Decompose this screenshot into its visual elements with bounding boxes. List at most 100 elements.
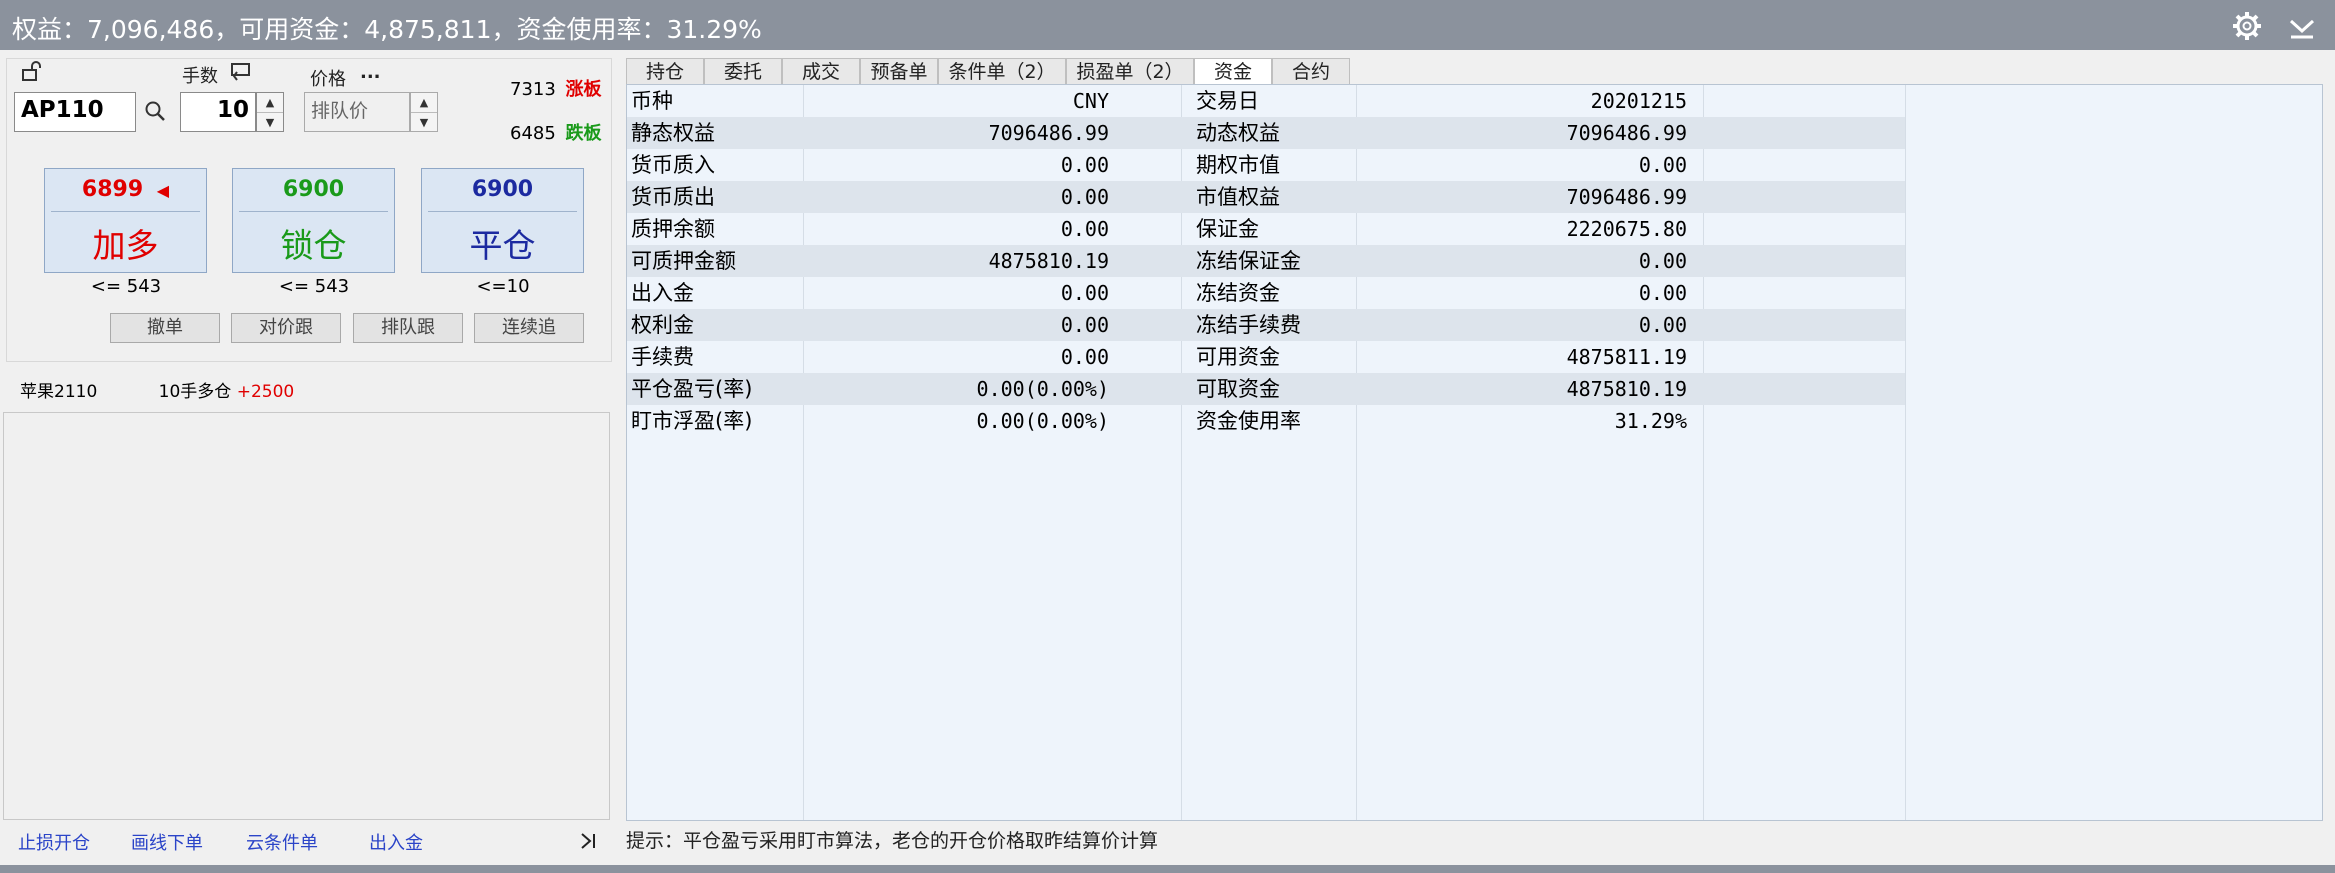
qty-label: 手数	[182, 66, 218, 87]
field-name: 可用资金	[1196, 345, 1280, 369]
unlock-icon[interactable]	[20, 60, 42, 82]
field-value: 0.00	[1060, 217, 1109, 241]
qty-up-arrow-icon[interactable]: ▲	[257, 93, 283, 112]
cloud-condition-order-link[interactable]: 云条件单	[246, 829, 318, 855]
price-down-arrow-icon[interactable]: ▼	[411, 112, 437, 132]
add-long-limit: <= 543	[90, 276, 162, 297]
price-stepper[interactable]: ▲ ▼	[410, 92, 438, 132]
tab-stop-orders[interactable]: 损盈单（2）	[1066, 58, 1194, 84]
field-value: 4875810.19	[988, 249, 1109, 273]
queue-follow-button[interactable]: 排队跟	[353, 313, 463, 343]
hint-text: 提示：平仓盈亏采用盯市算法，老仓的开仓价格取昨结算价计算	[626, 830, 1159, 852]
limit-up-label: 涨板	[565, 79, 602, 100]
field-value: 0.00	[1060, 185, 1109, 209]
field-value: 0.00	[1060, 345, 1109, 369]
table-row: 质押余额 0.00 保证金 2220675.80	[627, 213, 2322, 245]
table-row: 静态权益 7096486.99 动态权益 7096486.99	[627, 117, 2322, 149]
deposit-withdraw-link[interactable]: 出入金	[369, 829, 423, 855]
table-row	[627, 501, 2322, 533]
tab-trades[interactable]: 成交	[782, 58, 860, 84]
funds-table: 币种 CNY 交易日 20201215 静态权益 7096486.99 动态权益 709648…	[626, 84, 2323, 821]
return-icon[interactable]	[230, 62, 252, 82]
table-row: 币种 CNY 交易日 20201215	[627, 85, 2322, 117]
field-value: 7096486.99	[1566, 121, 1687, 145]
field-value: 0.00	[1638, 281, 1687, 305]
field-value: CNY	[1072, 89, 1109, 113]
price-up-arrow-icon[interactable]: ▲	[411, 93, 437, 112]
field-value: 7096486.99	[988, 121, 1109, 145]
lock-position-label: 锁仓	[280, 226, 347, 265]
field-value: 4875811.19	[1566, 345, 1687, 369]
tab-contracts[interactable]: 合约	[1272, 58, 1350, 84]
field-value: 0.00(0.00%)	[976, 377, 1109, 401]
symbol-input[interactable]: AP110	[14, 92, 136, 132]
position-list-area	[3, 412, 610, 820]
close-position-price: 6900	[471, 177, 534, 202]
table-row: 权利金 0.00 冻结手续费 0.00	[627, 309, 2322, 341]
close-position-label: 平仓	[469, 226, 536, 265]
close-position-button[interactable]: 6900 平仓	[421, 168, 584, 273]
qty-input[interactable]: 10	[180, 92, 256, 132]
table-row	[627, 437, 2322, 469]
field-name: 质押余额	[631, 217, 715, 241]
qty-stepper[interactable]: ▲ ▼	[256, 92, 284, 132]
continuous-chase-button[interactable]: 连续追	[474, 313, 584, 343]
tab-prepared-orders[interactable]: 预备单	[860, 58, 938, 84]
table-row	[627, 693, 2322, 725]
field-name: 币种	[631, 89, 673, 113]
lock-position-limit: <= 543	[278, 276, 350, 297]
bottom-border	[0, 865, 2335, 873]
table-row: 可质押金额 4875810.19 冻结保证金 0.00	[627, 245, 2322, 277]
position-summary[interactable]: 苹果2110 10手多仓 +2500	[20, 377, 294, 402]
stop-loss-open-link[interactable]: 止损开仓	[18, 829, 90, 855]
table-row: 平仓盈亏(率) 0.00(0.00%) 可取资金 4875810.19	[627, 373, 2322, 405]
price-label: 价格	[310, 69, 346, 90]
field-name: 冻结手续费	[1196, 313, 1301, 337]
tab-orders[interactable]: 委托	[704, 58, 782, 84]
table-row	[627, 533, 2322, 565]
table-row: 出入金 0.00 冻结资金 0.00	[627, 277, 2322, 309]
field-name: 市值权益	[1196, 185, 1280, 209]
table-row	[627, 597, 2322, 629]
field-name: 货币质入	[631, 153, 715, 177]
field-name: 冻结资金	[1196, 281, 1280, 305]
table-row	[627, 757, 2322, 789]
price-mode-input[interactable]: 排队价	[304, 92, 410, 132]
qty-down-arrow-icon[interactable]: ▼	[257, 112, 283, 132]
field-value: 31.29%	[1614, 409, 1687, 433]
skip-end-icon[interactable]	[578, 831, 598, 851]
field-name: 期权市值	[1196, 153, 1280, 177]
position-pnl: +2500	[236, 382, 295, 402]
lock-position-price: 6900	[282, 177, 345, 202]
tab-funds[interactable]: 资金	[1194, 58, 1272, 84]
field-value: 0.00	[1060, 153, 1109, 177]
counter-price-follow-button[interactable]: 对价跟	[231, 313, 341, 343]
field-name: 平仓盈亏(率)	[631, 377, 753, 401]
add-long-button[interactable]: 6899 ◀ 加多	[44, 168, 207, 273]
gear-icon[interactable]	[2232, 11, 2262, 41]
add-long-label: 加多	[92, 226, 159, 265]
field-value: 0.00	[1060, 281, 1109, 305]
field-value: 7096486.99	[1566, 185, 1687, 209]
top-status-bar: 权益：7,096,486，可用资金：4,875,811，资金使用率：31.29%	[0, 0, 2335, 50]
table-row	[627, 789, 2322, 820]
lock-position-button[interactable]: 6900 锁仓	[232, 168, 395, 273]
search-icon[interactable]	[144, 100, 166, 122]
chevron-down-bar-icon[interactable]	[2287, 11, 2317, 41]
limit-up: 7313 涨板	[510, 75, 602, 101]
field-name: 资金使用率	[1196, 409, 1301, 433]
field-value: 0.00(0.00%)	[976, 409, 1109, 433]
close-position-limit: <=10	[476, 276, 530, 297]
selected-marker-icon: ◀	[156, 181, 170, 200]
line-order-link[interactable]: 画线下单	[131, 829, 203, 855]
tab-positions[interactable]: 持仓	[626, 58, 704, 84]
field-name: 可取资金	[1196, 377, 1280, 401]
field-value: 0.00	[1638, 153, 1687, 177]
tab-condition-orders[interactable]: 条件单（2）	[938, 58, 1066, 84]
field-value: 2220675.80	[1566, 217, 1687, 241]
cancel-order-button[interactable]: 撤单	[110, 313, 220, 343]
price-more-button[interactable]: ...	[360, 62, 381, 83]
table-row	[627, 565, 2322, 597]
account-summary: 权益：7,096,486，可用资金：4,875,811，资金使用率：31.29%	[12, 15, 762, 44]
limit-down: 6485 跌板	[510, 119, 602, 145]
